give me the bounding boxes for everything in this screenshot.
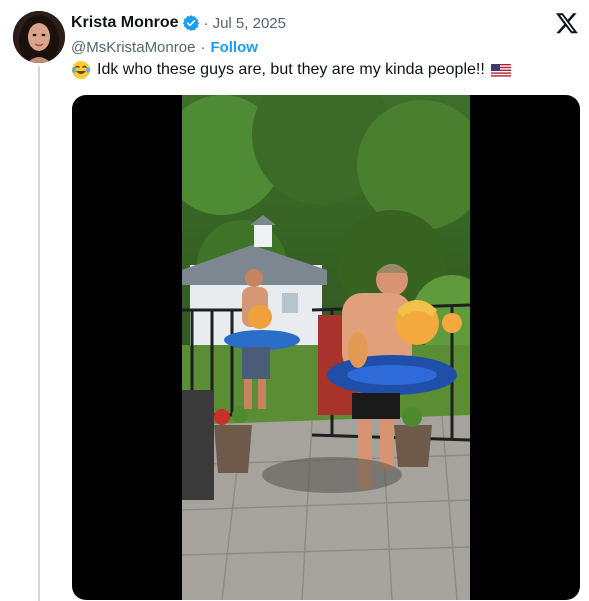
author-name[interactable]: Krista Monroe [71,14,179,32]
verified-badge-icon [182,14,200,32]
handle-separator: · [200,38,206,56]
follow-button[interactable]: Follow [210,39,258,56]
tweet-text: Idk who these guys are, but they are my … [71,59,511,81]
x-logo-icon[interactable] [555,11,579,35]
post-date[interactable]: Jul 5, 2025 [213,15,286,32]
avatar[interactable] [13,11,65,63]
laughing-crying-emoji-icon [71,60,91,80]
thread-line [38,66,40,601]
us-flag-emoji-icon [490,60,511,80]
author-handle[interactable]: @MsKristaMonroe [71,39,195,56]
date-separator: · [203,14,209,32]
author-row: Krista Monroe · Jul 5, 2025 [71,12,286,34]
handle-row: @MsKristaMonroe · Follow [71,37,258,57]
tweet-video[interactable] [72,95,580,600]
video-frame[interactable] [182,95,470,600]
tweet-body-text: Idk who these guys are, but they are my … [97,61,485,78]
